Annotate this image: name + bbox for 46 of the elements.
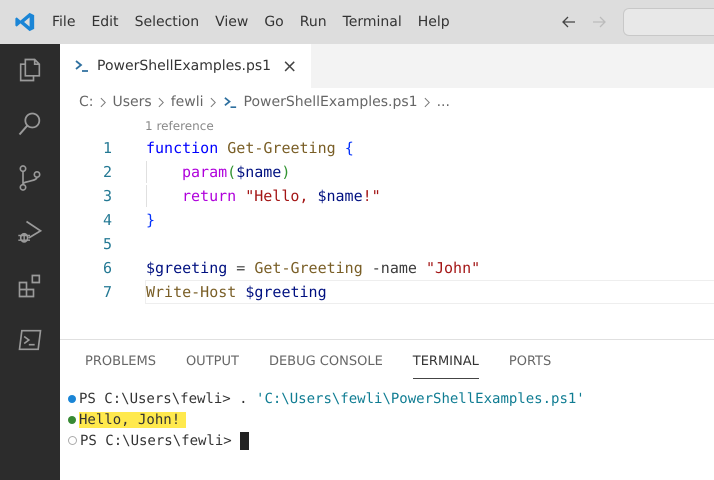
command-center-field[interactable] — [623, 8, 714, 36]
menu-item[interactable]: View — [215, 14, 248, 30]
powershell-file-icon — [222, 94, 238, 110]
code-line: $greeting = Get-Greeting -name "John" — [146, 259, 480, 277]
line-number: 6 — [102, 259, 113, 277]
codelens-reference[interactable]: 1 reference — [60, 116, 714, 136]
code-line: Write-Host $greeting — [146, 283, 327, 301]
tab-label: PowerShellExamples.ps1 — [97, 58, 272, 74]
panel-tab[interactable]: PORTS — [508, 354, 552, 379]
chevron-icon — [210, 96, 216, 108]
code-line: return "Hello, $name!" — [182, 187, 381, 205]
app-logo-icon — [14, 11, 36, 33]
menu-item[interactable]: Go — [264, 14, 284, 30]
panel-tab[interactable]: PROBLEMS — [85, 354, 156, 379]
line-number: 3 — [102, 187, 113, 205]
powershell-file-icon — [74, 58, 90, 74]
terminal-line: PS C:\Users\fewli> . 'C:\Users\fewli\PowerShellExamples.ps1' — [79, 390, 585, 406]
menu-item[interactable]: File — [52, 14, 76, 30]
menu-item[interactable]: Help — [418, 14, 450, 30]
line-number: 5 — [102, 235, 113, 253]
code-line: param($name) — [182, 163, 290, 181]
terminal-line: PS C:\Users\fewli> — [80, 432, 233, 448]
panel-tab[interactable]: OUTPUT — [186, 354, 239, 379]
breadcrumb-item[interactable]: C: — [79, 94, 94, 110]
breadcrumb-item[interactable]: PowerShellExamples.ps1 — [244, 94, 418, 110]
close-tab-button[interactable]: × — [282, 56, 298, 76]
menu-item[interactable]: Selection — [134, 14, 200, 30]
line-number: 2 — [102, 163, 113, 181]
code-line: function Get-Greeting { — [146, 139, 354, 157]
chevron-icon — [100, 96, 106, 108]
menu-item[interactable]: Run — [300, 14, 327, 30]
chevron-icon — [424, 96, 431, 108]
panel-tab[interactable]: DEBUG CONSOLE — [268, 354, 383, 379]
breadcrumb-item[interactable]: Users — [112, 94, 152, 110]
menu-item[interactable]: Edit — [91, 14, 119, 30]
menu-item[interactable]: Terminal — [342, 14, 402, 30]
panel-tab[interactable]: TERMINAL — [412, 354, 479, 379]
code-line: } — [146, 211, 156, 229]
breadcrumb-item[interactable]: ... — [436, 94, 450, 110]
editor-tab[interactable]: PowerShellExamples.ps1 × — [60, 44, 312, 88]
line-number: 4 — [102, 211, 113, 229]
line-number: 7 — [102, 283, 113, 301]
breadcrumb-item[interactable]: fewli — [170, 94, 204, 110]
line-number: 1 — [102, 139, 113, 157]
back-arrow-icon[interactable] — [561, 14, 577, 30]
chevron-icon — [158, 96, 165, 108]
